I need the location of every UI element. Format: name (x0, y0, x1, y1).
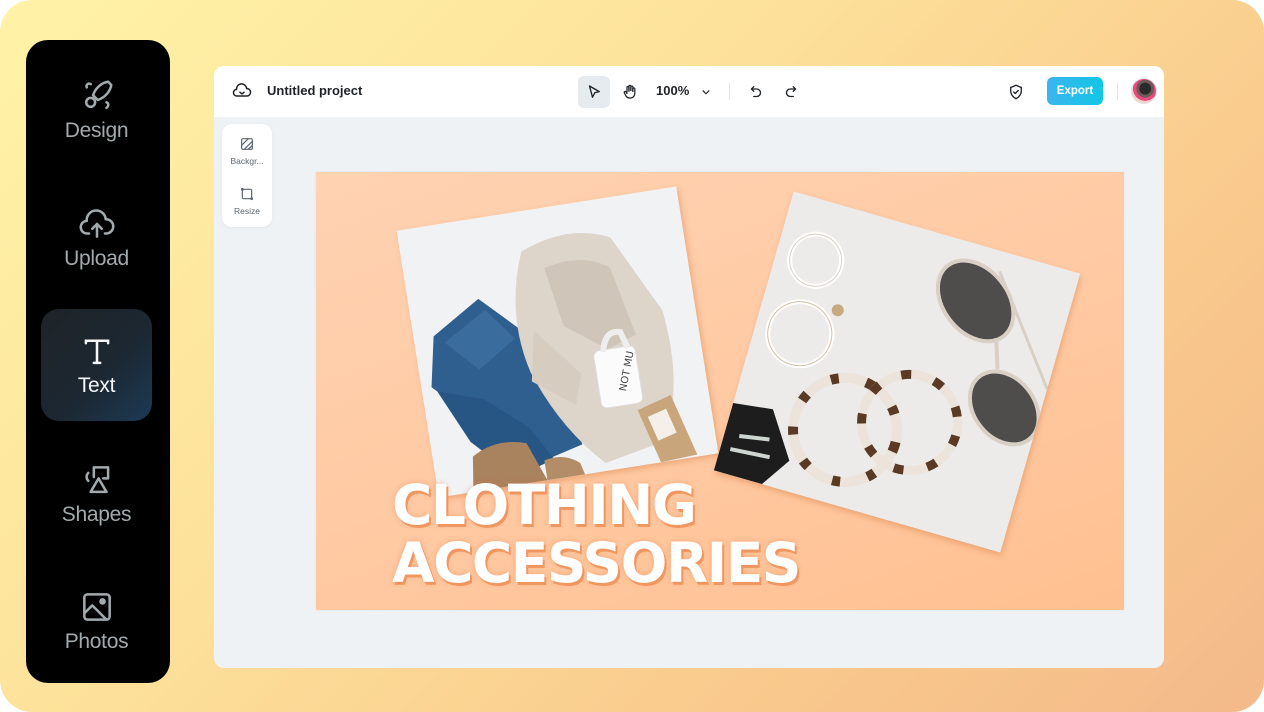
hand-icon (623, 84, 636, 99)
app-frame: Design Upload Text Shapes Photos Untitle… (0, 0, 1264, 712)
sidebar-item-label: Shapes (61, 503, 132, 526)
top-toolbar: Untitled project 100% Export (214, 66, 1164, 117)
sidebar-item-design[interactable]: Design (41, 54, 152, 166)
redo-icon (785, 86, 797, 98)
resize-tool-label: Resize (234, 206, 260, 216)
canvas-tools-panel: Backgr... Resize (222, 124, 272, 227)
sidebar-item-label: Photos (64, 630, 129, 653)
image-icon (82, 593, 111, 621)
design-canvas[interactable]: NOT MU CLOTHING ACCESSORIES (316, 172, 1124, 610)
shield-check-icon (1010, 84, 1022, 100)
headline-text[interactable]: CLOTHING ACCESSORIES (392, 476, 801, 592)
sidebar-item-text[interactable]: Text (41, 309, 152, 421)
headline-line-1[interactable]: CLOTHING (392, 476, 800, 534)
sidebar-item-label: Text (77, 374, 116, 397)
zoom-dropdown-button[interactable] (690, 76, 722, 108)
clothing-photo[interactable]: NOT MU (396, 186, 719, 498)
sidebar-item-shapes[interactable]: Shapes (41, 438, 152, 550)
background-tool-button[interactable]: Backgr... (222, 128, 272, 174)
chevron-down-icon (702, 90, 710, 95)
headline-line-2[interactable]: ACCESSORIES (392, 534, 801, 592)
security-button[interactable] (1000, 76, 1032, 108)
cloud-upload-icon (79, 209, 114, 238)
background-tool-label: Backgr... (230, 156, 264, 166)
toolbar-divider (729, 83, 730, 100)
sidebar-item-upload[interactable]: Upload (41, 182, 152, 294)
sidebar-item-photos[interactable]: Photos (41, 565, 152, 677)
toolbar-divider (1117, 83, 1118, 100)
export-button[interactable]: Export (1047, 77, 1103, 105)
undo-button[interactable] (740, 76, 772, 108)
clothing-flatlay-illustration: NOT MU (396, 186, 719, 498)
avatar[interactable] (1131, 78, 1157, 104)
select-tool-button[interactable] (578, 76, 610, 108)
redo-button[interactable] (775, 76, 807, 108)
editor-window: Untitled project 100% Export Backgr... R… (214, 66, 1164, 668)
pointer-icon (588, 85, 600, 98)
resize-tool-button[interactable]: Resize (222, 178, 272, 224)
undo-icon (750, 86, 762, 98)
zoom-level[interactable]: 100% (656, 83, 689, 98)
text-icon (84, 339, 109, 365)
sidebar: Design Upload Text Shapes Photos (26, 40, 170, 683)
background-pattern-icon (241, 138, 253, 150)
sidebar-item-label: Upload (64, 247, 129, 270)
cloud-save-icon[interactable] (232, 81, 252, 101)
sidebar-item-label: Design (64, 119, 129, 142)
shapes-icon (84, 466, 109, 494)
project-title[interactable]: Untitled project (267, 83, 362, 98)
resize-icon (240, 187, 254, 201)
hand-tool-button[interactable] (614, 76, 646, 108)
design-rocket-icon (84, 80, 113, 110)
